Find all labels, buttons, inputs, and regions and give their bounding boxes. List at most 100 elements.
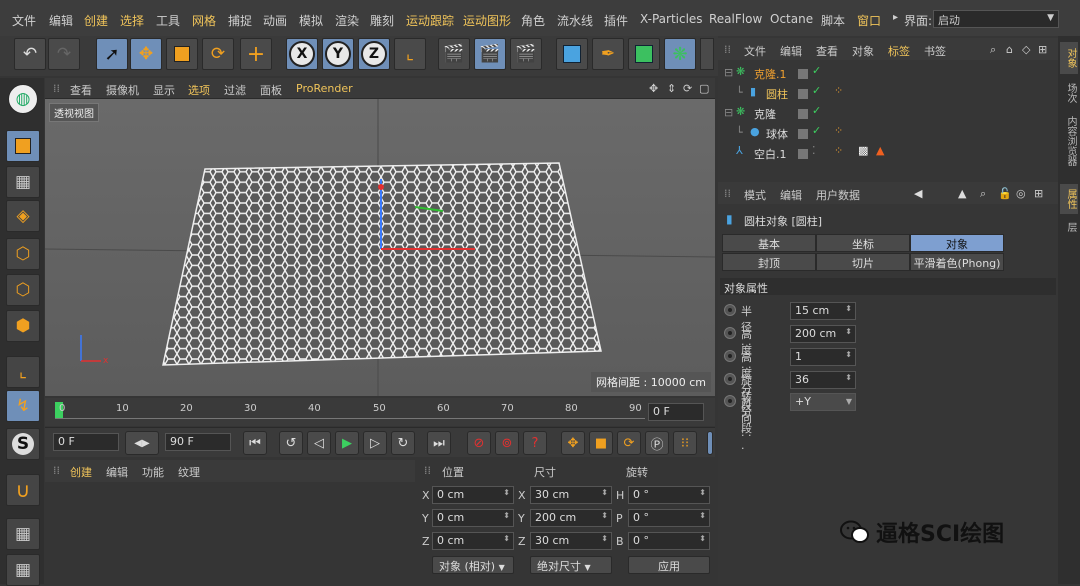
layer-icon[interactable] [798, 129, 808, 139]
object-name[interactable]: 克隆 [754, 106, 776, 122]
next-key-icon[interactable]: ↻ [391, 431, 415, 455]
tab-object[interactable]: 对象 [910, 234, 1004, 252]
search-icon[interactable]: ⌕ [990, 43, 996, 57]
object-row-cloner[interactable]: ⊟ ❋ 克隆 ✓ [722, 104, 1058, 124]
stepper-icon[interactable]: ⬍ [601, 488, 608, 497]
objects-menu-view[interactable]: 查看 [816, 43, 838, 59]
step-back-icon[interactable]: ◁ [307, 431, 331, 455]
scale-icon[interactable] [166, 38, 198, 70]
menu-animate[interactable]: 动画 [263, 12, 287, 29]
keyframe-selection-icon[interactable]: ? [523, 431, 547, 455]
cloner-icon[interactable]: ❋ [664, 38, 696, 70]
rail-tab-objects[interactable]: 对象 [1060, 42, 1078, 74]
magnet-icon[interactable]: ∪ [6, 474, 40, 506]
cube-icon[interactable] [556, 38, 588, 70]
end-frame-field[interactable]: 90 F [165, 433, 231, 451]
attr-menu-userdata[interactable]: 用户数据 [816, 187, 860, 203]
timeline-ruler[interactable]: 0 10 20 30 40 50 60 70 80 90 0 F [45, 398, 715, 426]
rail-tab-content-browser[interactable]: 内容浏览器 [1060, 112, 1078, 170]
layer-icon[interactable] [798, 109, 808, 119]
layer-icon[interactable] [798, 149, 808, 159]
visibility-check-icon[interactable]: ✓ [812, 84, 821, 97]
stepper-icon[interactable]: ⬍ [845, 373, 852, 382]
snapping-icon[interactable]: S [6, 428, 40, 460]
object-row-cylinder[interactable]: └ ▮ 圆柱 ✓ ⁘ [722, 84, 1058, 104]
checker-tag-icon[interactable]: ▩ [858, 144, 868, 157]
back-arrow-icon[interactable]: ◀ [914, 187, 922, 200]
previous-key-icon[interactable]: ↺ [279, 431, 303, 455]
viewport-menu-panel[interactable]: 面板 [260, 82, 282, 98]
menu-motion-tracking[interactable]: 运动跟踪 [406, 12, 454, 29]
rotation-segments-field[interactable]: 36 ⬍ [790, 371, 856, 389]
start-frame-field[interactable]: 0 F [53, 433, 119, 451]
menu-x-particles[interactable]: X-Particles [640, 12, 703, 26]
model-mode-icon[interactable] [6, 130, 40, 162]
new-panel-icon[interactable]: ⊞ [1034, 187, 1043, 200]
orientation-select[interactable]: +Y ▼ [790, 393, 856, 411]
objects-menu-file[interactable]: 文件 [744, 43, 766, 59]
undo-icon[interactable]: ↶ [14, 38, 46, 70]
rotation-h-field[interactable]: 0 ° ⬍ [628, 486, 710, 504]
rotate-icon[interactable]: ⟳ [202, 38, 234, 70]
menu-sculpt[interactable]: 雕刻 [370, 12, 394, 29]
edges-mode-icon[interactable]: ⬡ [6, 274, 40, 306]
stepper-icon[interactable]: ⬍ [699, 488, 706, 497]
search-icon[interactable]: ⌕ [980, 187, 986, 201]
stepper-icon[interactable]: ⬍ [845, 327, 852, 336]
record-icon[interactable]: ⊘ [467, 431, 491, 455]
objects-menu-bookmarks[interactable]: 书签 [924, 43, 946, 59]
stepper-icon[interactable]: ⬍ [601, 534, 608, 543]
more-tools-icon[interactable] [700, 38, 714, 70]
viewport-maximize-icon[interactable]: ▢ [699, 82, 709, 95]
visibility-check-icon[interactable]: ✓ [812, 104, 821, 117]
points-mode-icon[interactable]: ⬡ [6, 238, 40, 270]
stepper-icon[interactable]: ⬍ [699, 511, 706, 520]
visibility-check-icon[interactable]: ✓ [812, 64, 821, 77]
render-view-icon[interactable]: 🎬 [474, 38, 506, 70]
polygons-mode-icon[interactable]: ⬢ [6, 310, 40, 342]
tab-phong[interactable]: 平滑着色(Phong) [910, 253, 1004, 271]
size-mode-select[interactable]: 绝对尺寸 ▼ [530, 556, 612, 574]
phong-tag-icon[interactable]: ⁘ [834, 144, 843, 157]
step-forward-icon[interactable]: ▷ [363, 431, 387, 455]
menu-plugins[interactable]: 插件 [604, 12, 628, 29]
world-coordinates-icon[interactable]: ⌞ [394, 38, 426, 70]
live-add-icon[interactable]: + [240, 38, 272, 70]
material-menu-function[interactable]: 功能 [142, 464, 164, 480]
stepper-icon[interactable]: ⬍ [503, 488, 510, 497]
object-name[interactable]: 圆柱 [766, 86, 788, 102]
key-scale-icon[interactable]: ■ [589, 431, 613, 455]
auto-key-icon[interactable]: ⊚ [495, 431, 519, 455]
tab-caps[interactable]: 封顶 [722, 253, 816, 271]
menu-octane[interactable]: Octane [770, 12, 813, 26]
menu-character[interactable]: 角色 [521, 12, 545, 29]
coordinate-mode-select[interactable]: 对象 (相对) ▼ [432, 556, 514, 574]
perspective-viewport[interactable]: 透视视图 x 网格间距 : 10000 cm [45, 99, 715, 396]
home-icon[interactable]: ⌂ [1006, 43, 1013, 56]
stepper-icon[interactable]: ⬍ [699, 534, 706, 543]
tab-basic[interactable]: 基本 [722, 234, 816, 252]
stepper-icon[interactable]: ⬍ [503, 511, 510, 520]
menu-edit[interactable]: 编辑 [49, 12, 73, 29]
height-field[interactable]: 200 cm ⬍ [790, 325, 856, 343]
object-name[interactable]: 克隆.1 [754, 66, 787, 82]
globe-icon[interactable]: ◍ [8, 84, 38, 114]
rotation-b-field[interactable]: 0 ° ⬍ [628, 532, 710, 550]
object-name[interactable]: 空白.1 [754, 146, 787, 162]
menu-tools[interactable]: 工具 [156, 12, 180, 29]
lock-icon[interactable]: 🔓 [998, 187, 1012, 200]
size-y-field[interactable]: 200 cm ⬍ [530, 509, 612, 527]
layer-icon[interactable] [798, 89, 808, 99]
menu-script[interactable]: 脚本 [821, 12, 845, 29]
layout-select[interactable]: 启动 ▼ [933, 10, 1059, 28]
rail-tab-takes[interactable]: 场次 [1060, 78, 1078, 108]
rail-tab-attributes[interactable]: 属性 [1060, 184, 1078, 214]
menu-pipeline[interactable]: 流水线 [557, 12, 593, 29]
go-to-end-icon[interactable]: ⏭ [427, 431, 451, 455]
object-row-cloner-1[interactable]: ⊟ ❋ 克隆.1 ✓ [722, 64, 1058, 84]
animate-radio-icon[interactable] [724, 350, 736, 362]
key-rotation-icon[interactable]: ⟳ [617, 431, 641, 455]
rotation-p-field[interactable]: 0 ° ⬍ [628, 509, 710, 527]
select-icon[interactable]: ➚ [96, 38, 128, 70]
rail-tab-layers[interactable]: 层 [1060, 218, 1078, 236]
